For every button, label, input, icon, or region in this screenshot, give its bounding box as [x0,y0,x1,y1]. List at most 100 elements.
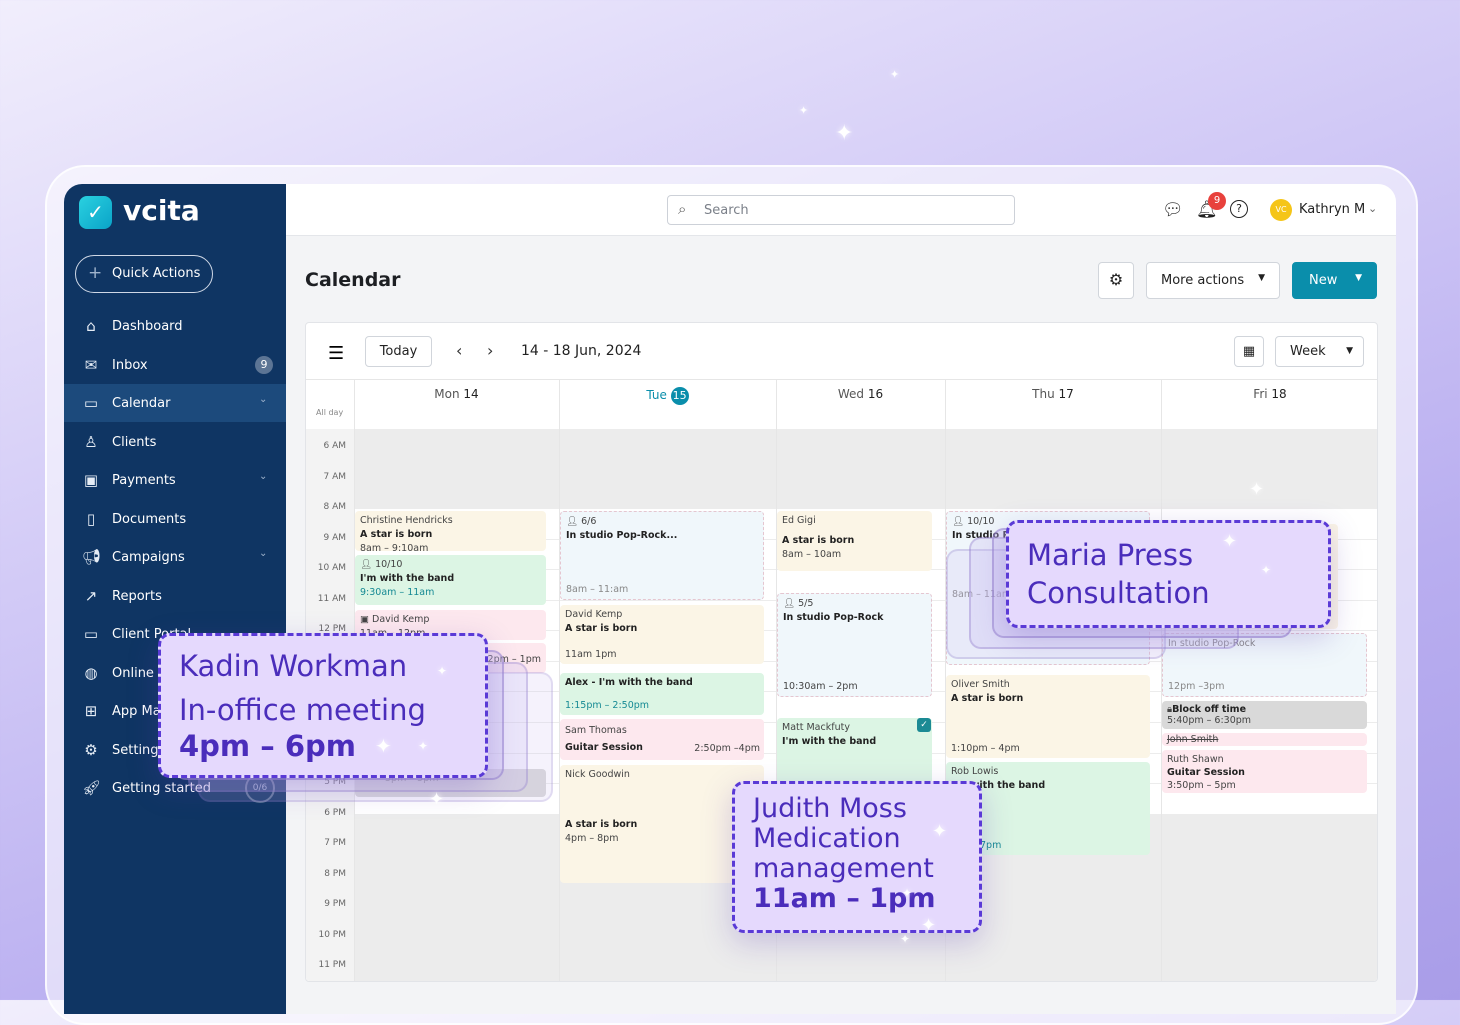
event-card[interactable]: John Smith [1162,733,1367,746]
event-card[interactable]: Christine Hendricks A star is born 8am – 9… [355,511,546,551]
sidebar-item-reports[interactable]: ↗ Reports [64,577,286,615]
hour-label: 11 PM [318,960,346,971]
event-card[interactable]: 👤︎ 5/5 In studio Pop-Rock 10:30am – 2pm [777,593,932,697]
chat-sparkle-icon[interactable]: 💬︎ [1162,200,1184,220]
sidebar-item-campaigns[interactable]: 📢︎ Campaigns ⌄ [64,538,286,576]
event-title: A star is born [565,819,638,830]
sidebar-item-label: Calendar [112,396,171,411]
service-name: Medication management [753,823,934,884]
day-header[interactable]: Thu 17 [945,387,1161,401]
user-name[interactable]: Kathryn M [1299,202,1365,217]
day-name: Fri [1253,387,1268,401]
search-input[interactable]: ⌕ Search [667,195,1015,225]
today-button[interactable]: Today [365,336,432,367]
event-card[interactable]: Ruth Shawn Guitar Session 3:50pm – 5pm [1162,750,1367,793]
highlight-card-judith[interactable]: Judith Moss Medication management 11am –… [732,781,982,933]
sidebar-item-payments[interactable]: ▣ Payments ⌄ [64,461,286,499]
checkbox-checked-icon[interactable]: ✓ [917,718,931,732]
event-title: In studio Pop-Rock [783,612,884,623]
view-select[interactable]: Week ▼ [1275,336,1364,367]
sparkle-icon: ✦ [1222,531,1238,552]
rocket-icon: 🚀︎ [82,779,102,797]
chevron-down-icon: ⌄ [259,394,268,405]
event-card[interactable]: Sam Thomas Guitar Session 2:50pm –4pm [560,719,764,760]
day-header[interactable]: Wed 16 [776,387,945,401]
event-client: John Smith [1167,734,1219,745]
highlight-card-maria[interactable]: Maria Press Consultation [1006,520,1331,628]
search-icon: ⌕ [678,200,687,218]
day-header[interactable]: Tue 15 [559,387,776,405]
event-title: Block off time [1172,704,1247,715]
day-name: Tue [646,388,667,402]
event-client: Christine Hendricks [360,515,453,526]
calendar-picker-button[interactable]: ▦ [1234,336,1264,367]
prev-week-button[interactable]: ‹ [456,341,462,360]
event-card[interactable]: David Kemp A star is born 11am 1pm [560,605,764,664]
day-header[interactable]: Fri 18 [1161,387,1377,401]
top-bar: ⌕ Search 💬︎ 🔔︎ 9 ? VC Kathryn M ⌄ [286,184,1396,236]
event-card[interactable]: Matt Mackfuty I'm with the band ✓ [777,718,932,790]
person-icon: 👤︎ [360,559,373,570]
sidebar-item-documents[interactable]: ▯ Documents [64,500,286,538]
next-week-button[interactable]: › [487,341,493,360]
person-icon: 👤︎ [566,516,579,527]
new-label: New [1309,273,1338,288]
highlight-card-kadin[interactable]: Kadin Workman In-office meeting 4pm – 6p… [158,633,488,778]
plus-icon: + [88,263,103,283]
apps-icon: ⊞ [84,702,98,720]
quick-actions-button[interactable]: + Quick Actions [75,255,213,293]
event-card[interactable]: 👤︎ 10/10 I'm with the band 9:30am – 11am [355,555,546,605]
event-title: A star is born [565,623,638,634]
event-client: Ruth Shawn [1167,754,1224,765]
chevron-down-icon[interactable]: ⌄ [1368,202,1377,215]
avatar[interactable]: VC [1270,199,1292,221]
sidebar-item-dashboard[interactable]: ⌂ Dashboard [64,307,286,345]
day-header[interactable]: Mon 14 [354,387,559,401]
hour-label: 9 AM [323,532,346,543]
event-time: 9:30am – 11am [360,587,435,598]
hour-gridline [354,966,1377,968]
megaphone-icon: 📢︎ [82,548,102,566]
event-title: In studio Pop-Rock... [566,530,678,541]
sidebar-item-label: Campaigns [112,550,185,565]
off-hours-shade [354,429,1377,509]
event-card[interactable]: 🔒︎Block off time 5:40pm – 6:30pm [1162,701,1367,729]
hour-label: 10 AM [317,563,346,574]
event-card[interactable]: Alex - I'm with the band 1:15pm – 2:50pm [560,673,764,715]
sidebar-item-calendar[interactable]: ▭ Calendar ⌄ [64,384,286,422]
chevron-down-icon: ⌄ [259,548,268,559]
date-range: 14 - 18 Jun, 2024 [521,343,642,359]
event-time: 8am – 10am [782,549,842,560]
hour-label: 10 PM [318,929,346,940]
day-number: 16 [867,387,884,401]
gear-icon: ⚙ [84,740,98,759]
event-card[interactable]: Ed Gigi A star is born 8am – 10am [777,511,932,571]
document-icon: ▯ [86,509,96,528]
event-card[interactable]: 👤︎ 6/6 In studio Pop-Rock... 8am – 11:am [560,511,764,600]
event-title: A star is born [782,535,855,546]
sparkle-icon: ✦ [900,932,911,946]
event-card[interactable]: Oliver Smith A star is born 1:10pm – 4pm [946,675,1150,758]
sidebar-item-clients[interactable]: ♙ Clients [64,423,286,461]
search-placeholder: Search [704,203,749,218]
event-client: Oliver Smith [951,679,1010,690]
client-name: Judith Moss [753,793,907,824]
settings-button[interactable]: ⚙ [1098,262,1134,299]
event-title: A star is born [951,693,1024,704]
more-actions-button[interactable]: More actions ▼ [1146,262,1280,299]
sparkle-icon: ✦ [921,915,937,936]
brand-name: vcita [123,194,200,227]
help-icon[interactable]: ? [1230,200,1248,218]
sidebar-item-inbox[interactable]: ✉ Inbox 9 [64,346,286,384]
new-button[interactable]: New ▼ [1292,262,1377,299]
event-time: 7pm [980,840,1002,851]
menu-icon[interactable]: ☰ [328,343,344,364]
calendar-icon: ▭ [83,394,99,412]
sparkle-icon: ✦ [890,68,900,81]
event-time: 1:10pm – 4pm [951,743,1020,754]
sparkle-icon: ✦ [799,104,809,117]
day-number: 18 [1271,387,1287,401]
hour-gridline [354,935,1377,937]
event-title: Guitar Session [1167,767,1245,778]
hour-label: 8 PM [324,868,346,879]
